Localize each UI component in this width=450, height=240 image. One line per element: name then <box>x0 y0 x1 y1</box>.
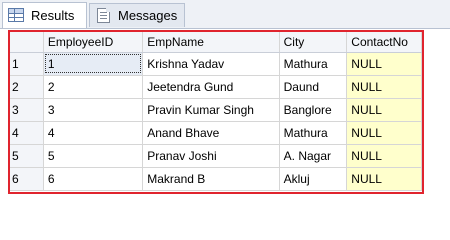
column-header-employeeid[interactable]: EmployeeID <box>43 32 144 53</box>
column-header-contactno[interactable]: ContactNo <box>346 32 422 53</box>
column-header-empname[interactable]: EmpName <box>142 32 280 53</box>
cell-employeeid[interactable]: 6 <box>43 167 144 191</box>
results-tabstrip: Results Messages <box>0 0 450 29</box>
cell-contactno[interactable]: NULL <box>346 75 422 99</box>
row-number[interactable]: 4 <box>10 121 44 145</box>
cell-empname[interactable]: Pravin Kumar Singh <box>142 98 280 122</box>
cell-contactno[interactable]: NULL <box>346 98 422 122</box>
cell-employeeid[interactable]: 2 <box>43 75 144 99</box>
cell-city[interactable]: Mathura <box>279 52 348 76</box>
column-header-city[interactable]: City <box>279 32 348 53</box>
messages-icon <box>95 7 113 24</box>
cell-employeeid[interactable]: 5 <box>43 144 144 168</box>
tab-messages-label: Messages <box>118 8 178 23</box>
row-number[interactable]: 6 <box>10 167 44 191</box>
cell-contactno[interactable]: NULL <box>346 52 422 76</box>
table-row[interactable]: 4 4 Anand Bhave Mathura NULL <box>10 121 422 145</box>
cell-contactno[interactable]: NULL <box>346 167 422 191</box>
table-row[interactable]: 3 3 Pravin Kumar Singh Banglore NULL <box>10 98 422 122</box>
header-row: EmployeeID EmpName City ContactNo <box>10 32 422 53</box>
cell-city[interactable]: A. Nagar <box>279 144 348 168</box>
cell-employeeid[interactable]: 4 <box>43 121 144 145</box>
table-row[interactable]: 6 6 Makrand B Akluj NULL <box>10 167 422 191</box>
cell-empname[interactable]: Pranav Joshi <box>142 144 280 168</box>
tab-results[interactable]: Results <box>2 2 87 28</box>
results-table: EmployeeID EmpName City ContactNo 1 1 Kr… <box>10 32 422 191</box>
table-row[interactable]: 5 5 Pranav Joshi A. Nagar NULL <box>10 144 422 168</box>
row-number[interactable]: 3 <box>10 98 44 122</box>
cell-city[interactable]: Akluj <box>279 167 348 191</box>
cell-employeeid[interactable]: 3 <box>43 98 144 122</box>
cell-empname[interactable]: Makrand B <box>142 167 280 191</box>
row-number[interactable]: 5 <box>10 144 44 168</box>
row-number[interactable]: 1 <box>10 52 44 76</box>
cell-empname[interactable]: Jeetendra Gund <box>142 75 280 99</box>
grid-icon <box>8 7 26 24</box>
table-row[interactable]: 2 2 Jeetendra Gund Daund NULL <box>10 75 422 99</box>
cell-contactno[interactable]: NULL <box>346 144 422 168</box>
tab-results-label: Results <box>31 8 75 23</box>
cell-empname[interactable]: Krishna Yadav <box>142 52 280 76</box>
cell-city[interactable]: Daund <box>279 75 348 99</box>
cell-empname[interactable]: Anand Bhave <box>142 121 280 145</box>
tab-messages[interactable]: Messages <box>89 3 185 27</box>
cell-city[interactable]: Banglore <box>279 98 348 122</box>
results-grid: EmployeeID EmpName City ContactNo 1 1 Kr… <box>8 30 424 194</box>
table-row[interactable]: 1 1 Krishna Yadav Mathura NULL <box>10 52 422 76</box>
cell-city[interactable]: Mathura <box>279 121 348 145</box>
cell-contactno[interactable]: NULL <box>346 121 422 145</box>
grid-empty-area <box>0 196 450 213</box>
cell-employeeid[interactable]: 1 <box>43 52 144 76</box>
row-number[interactable]: 2 <box>10 75 44 99</box>
row-number-header[interactable] <box>10 32 44 53</box>
